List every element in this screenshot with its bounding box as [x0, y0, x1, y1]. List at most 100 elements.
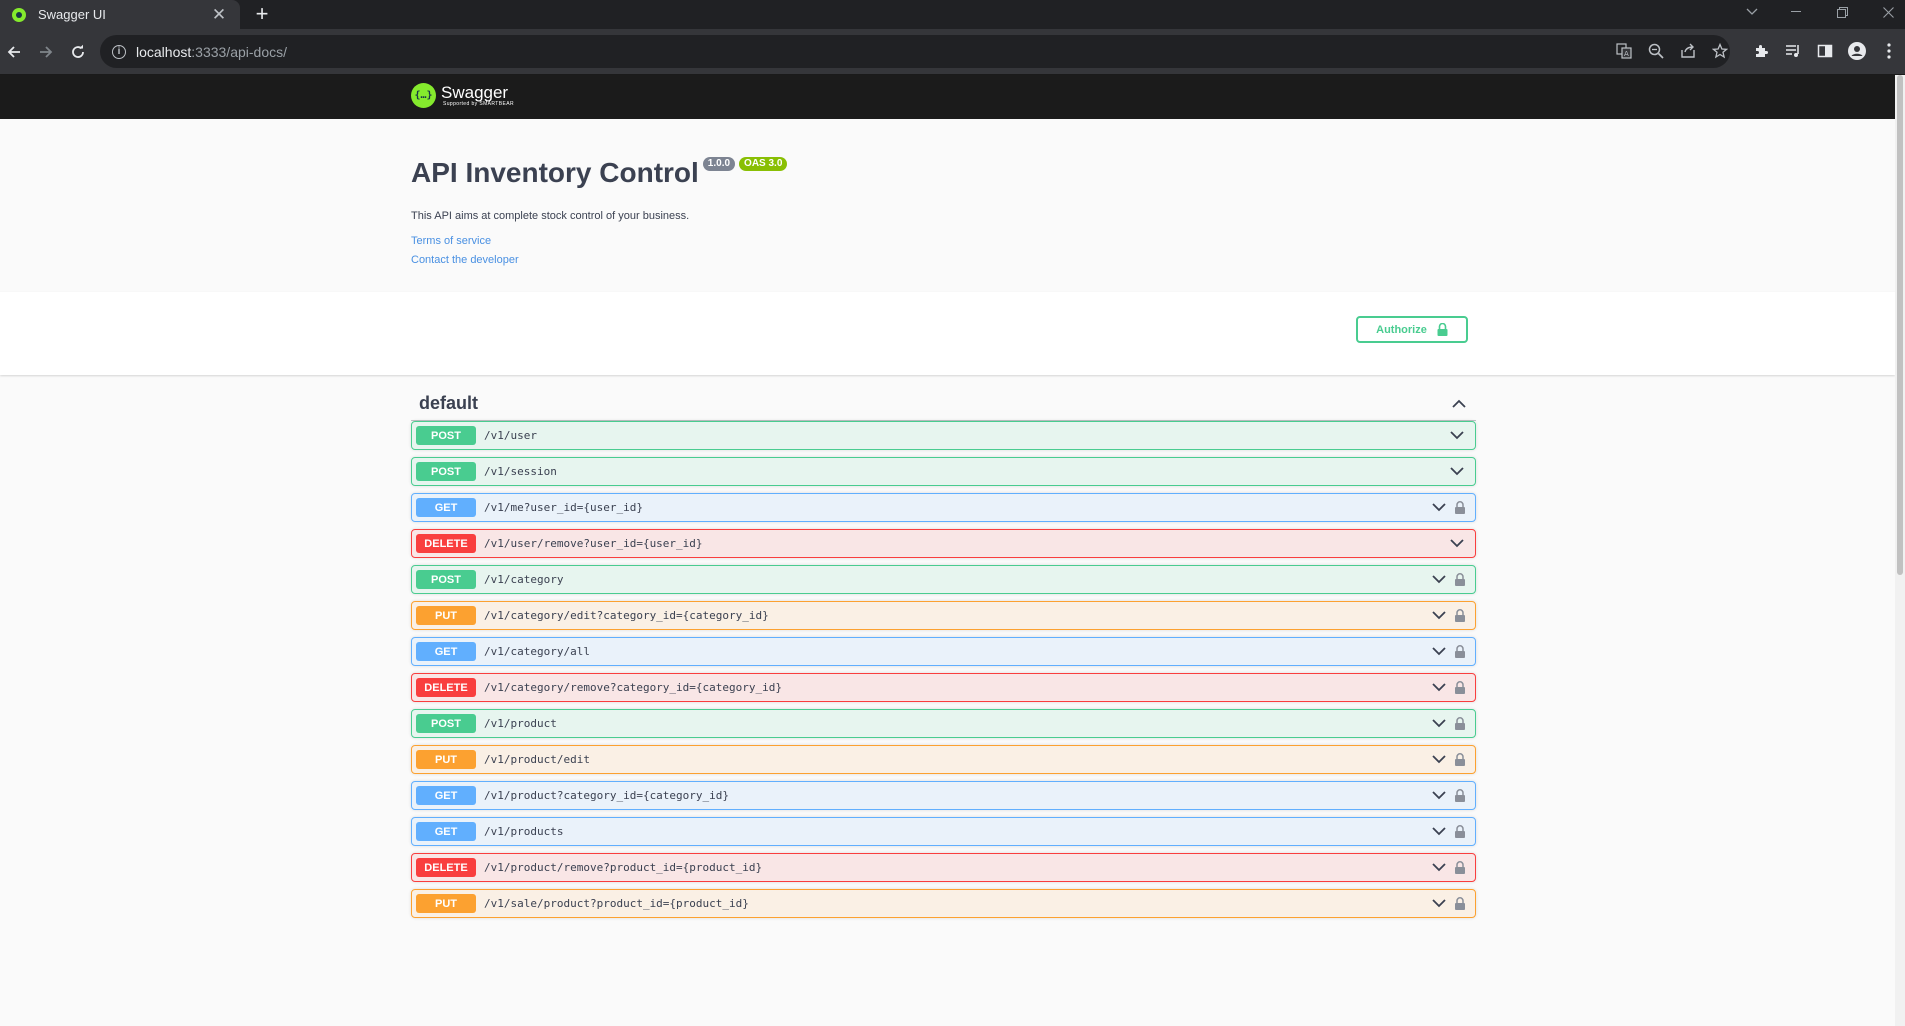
media-controls-icon[interactable] [1783, 41, 1803, 61]
operation-row[interactable]: GET/v1/category/all [411, 637, 1476, 666]
expand-chevron-icon[interactable] [1447, 426, 1467, 446]
http-method-badge: GET [416, 822, 476, 841]
http-method-badge: DELETE [416, 534, 476, 553]
tab-title: Swagger UI [38, 7, 106, 22]
lock-icon[interactable] [1453, 858, 1467, 878]
operation-row[interactable]: POST/v1/product [411, 709, 1476, 738]
operation-path: /v1/category/edit?category_id={category_… [484, 609, 769, 622]
swagger-logo-icon: {…} [411, 83, 436, 108]
operation-path: /v1/me?user_id={user_id} [484, 501, 643, 514]
authorize-label: Authorize [1376, 323, 1427, 336]
expand-chevron-icon[interactable] [1429, 714, 1449, 734]
lock-icon[interactable] [1453, 714, 1467, 734]
expand-chevron-icon[interactable] [1447, 462, 1467, 482]
api-info: API Inventory Control 1.0.0 OAS 3.0 This… [411, 155, 1491, 266]
browser-menu-icon[interactable] [1879, 41, 1899, 61]
restore-icon[interactable] [1826, 0, 1858, 24]
operation-row[interactable]: GET/v1/products [411, 817, 1476, 846]
http-method-badge: POST [416, 426, 476, 445]
share-icon[interactable] [1678, 41, 1698, 61]
operation-path: /v1/category/all [484, 645, 590, 658]
expand-chevron-icon[interactable] [1429, 750, 1449, 770]
contact-developer-link[interactable]: Contact the developer [411, 254, 1491, 266]
minimize-icon[interactable] [1780, 0, 1812, 24]
operation-row[interactable]: GET/v1/me?user_id={user_id} [411, 493, 1476, 522]
bookmark-star-icon[interactable] [1710, 41, 1730, 61]
lock-icon[interactable] [1453, 750, 1467, 770]
zoom-icon[interactable] [1646, 41, 1666, 61]
operation-row[interactable]: GET/v1/product?category_id={category_id} [411, 781, 1476, 810]
http-method-badge: PUT [416, 894, 476, 913]
address-bar[interactable]: i localhost:3333/api-docs/ [100, 35, 1730, 68]
lock-icon[interactable] [1453, 570, 1467, 590]
lock-icon[interactable] [1453, 642, 1467, 662]
operation-row[interactable]: DELETE/v1/category/remove?category_id={c… [411, 673, 1476, 702]
operation-path: /v1/product [484, 717, 557, 730]
page-scrollbar[interactable] [1895, 75, 1905, 1026]
terms-of-service-link[interactable]: Terms of service [411, 235, 1491, 247]
expand-chevron-icon[interactable] [1429, 822, 1449, 842]
operation-path: /v1/session [484, 465, 557, 478]
lock-icon[interactable] [1453, 894, 1467, 914]
tab-search-icon[interactable] [1736, 0, 1768, 24]
oas-badge: OAS 3.0 [739, 157, 788, 171]
reload-icon[interactable] [64, 38, 92, 66]
http-method-badge: PUT [416, 606, 476, 625]
expand-chevron-icon[interactable] [1429, 894, 1449, 914]
swagger-favicon-icon [12, 7, 26, 22]
expand-chevron-icon[interactable] [1447, 534, 1467, 554]
lock-icon[interactable] [1453, 498, 1467, 518]
operation-row[interactable]: POST/v1/category [411, 565, 1476, 594]
forward-icon[interactable] [32, 38, 60, 66]
close-window-icon[interactable] [1872, 0, 1904, 24]
site-info-icon[interactable]: i [112, 44, 126, 59]
operation-path: /v1/product/edit [484, 753, 590, 766]
http-method-badge: DELETE [416, 858, 476, 877]
side-panel-icon[interactable] [1815, 41, 1835, 61]
http-method-badge: POST [416, 570, 476, 589]
operation-row[interactable]: POST/v1/session [411, 457, 1476, 486]
operation-row[interactable]: DELETE/v1/user/remove?user_id={user_id} [411, 529, 1476, 558]
tag-section-header[interactable]: default [411, 386, 1476, 421]
browser-tab[interactable]: Swagger UI ✕ [0, 0, 240, 29]
swagger-logo-sub: Supported by SMARTBEAR [443, 101, 514, 107]
expand-chevron-icon[interactable] [1429, 498, 1449, 518]
operation-row[interactable]: PUT/v1/category/edit?category_id={catego… [411, 601, 1476, 630]
operation-row[interactable]: PUT/v1/product/edit [411, 745, 1476, 774]
scrollbar-thumb[interactable] [1897, 75, 1903, 575]
operation-row[interactable]: POST/v1/user [411, 421, 1476, 450]
tag-name: default [419, 392, 479, 413]
operation-row[interactable]: DELETE/v1/product/remove?product_id={pro… [411, 853, 1476, 882]
authorize-button[interactable]: Authorize [1356, 316, 1468, 343]
lock-icon[interactable] [1453, 606, 1467, 626]
operation-path: /v1/user/remove?user_id={user_id} [484, 537, 703, 550]
lock-icon[interactable] [1453, 678, 1467, 698]
extensions-icon[interactable] [1751, 41, 1771, 61]
expand-chevron-icon[interactable] [1429, 678, 1449, 698]
swagger-topbar: {…} Swagger Supported by SMARTBEAR [0, 75, 1895, 119]
expand-chevron-icon[interactable] [1429, 786, 1449, 806]
expand-chevron-icon[interactable] [1429, 642, 1449, 662]
new-tab-button[interactable]: + [250, 1, 274, 26]
url-text[interactable]: localhost:3333/api-docs/ [136, 44, 287, 60]
operation-path: /v1/category [484, 573, 564, 586]
operation-row[interactable]: PUT/v1/sale/product?product_id={product_… [411, 889, 1476, 918]
expand-chevron-icon[interactable] [1429, 858, 1449, 878]
collapse-chevron-icon[interactable] [1452, 399, 1466, 408]
operation-path: /v1/category/remove?category_id={categor… [484, 681, 783, 694]
translate-icon[interactable]: A [1614, 41, 1634, 61]
operation-path: /v1/user [484, 429, 537, 442]
svg-text:A: A [1624, 50, 1629, 58]
tab-close-icon[interactable]: ✕ [208, 4, 230, 26]
browser-toolbar: i localhost:3333/api-docs/ A [0, 29, 1905, 74]
lock-icon[interactable] [1453, 822, 1467, 842]
swagger-logo[interactable]: {…} Swagger Supported by SMARTBEAR [411, 83, 514, 108]
expand-chevron-icon[interactable] [1429, 570, 1449, 590]
unlocked-icon [1437, 323, 1448, 336]
lock-icon[interactable] [1453, 786, 1467, 806]
expand-chevron-icon[interactable] [1429, 606, 1449, 626]
page-viewport: {…} Swagger Supported by SMARTBEAR API I… [0, 75, 1905, 1026]
profile-icon[interactable] [1847, 41, 1867, 61]
back-icon[interactable] [0, 38, 28, 66]
version-badge: 1.0.0 [702, 157, 736, 171]
